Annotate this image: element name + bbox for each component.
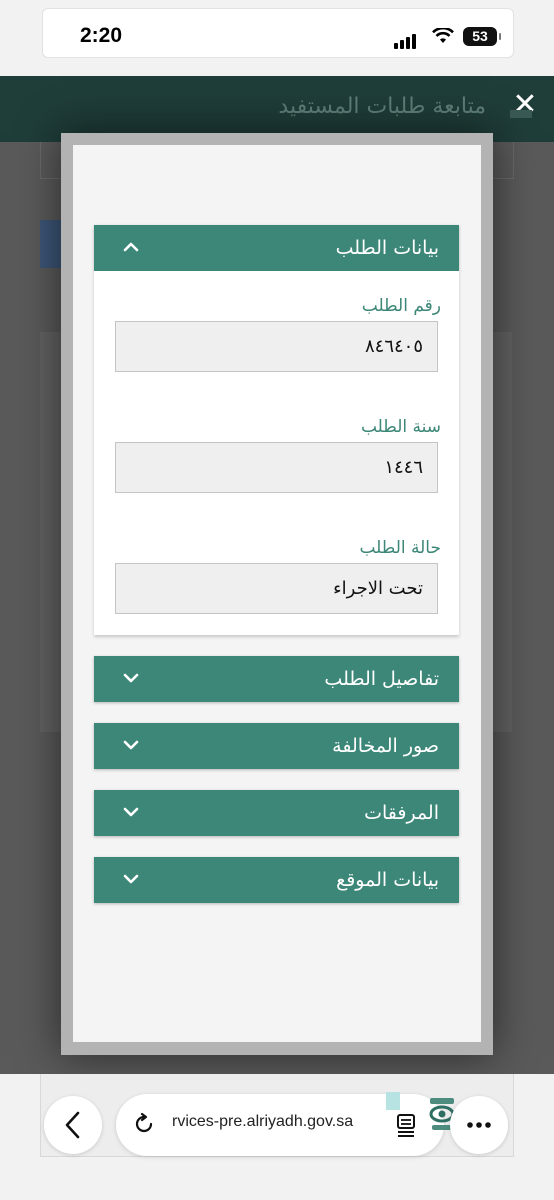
- chevron-down-icon: [123, 740, 139, 750]
- section-request-data-header[interactable]: بيانات الطلب: [94, 225, 459, 271]
- reload-icon[interactable]: [132, 1112, 156, 1136]
- more-icon: [467, 1122, 491, 1128]
- background-button: [40, 220, 62, 268]
- request-number-value: ٨٤٦٤٠٥: [364, 336, 423, 357]
- request-year-value: ١٤٤٦: [384, 457, 423, 478]
- section-label: المرفقات: [364, 802, 439, 824]
- request-number-field[interactable]: ٨٤٦٤٠٥: [115, 321, 438, 372]
- request-status-value: تحت الاجراء: [333, 578, 423, 599]
- status-time: 2:20: [80, 24, 123, 47]
- section-attachments-header[interactable]: المرفقات: [94, 790, 459, 836]
- request-status-field[interactable]: تحت الاجراء: [115, 563, 438, 614]
- wifi-icon: [432, 28, 454, 43]
- section-label: صور المخالفة: [332, 735, 439, 757]
- more-button[interactable]: [450, 1096, 508, 1154]
- chevron-left-icon: [65, 1111, 80, 1139]
- extension-badge: [386, 1092, 400, 1110]
- chevron-down-icon: [123, 673, 139, 683]
- section-label: بيانات الطلب: [335, 237, 439, 259]
- request-year-field[interactable]: ١٤٤٦: [115, 442, 438, 493]
- header-logo: [510, 110, 532, 118]
- section-location-data-header[interactable]: بيانات الموقع: [94, 857, 459, 903]
- url-text: rvices-pre.alriyadh.gov.sa: [172, 1113, 354, 1130]
- chevron-down-icon: [123, 807, 139, 817]
- chevron-down-icon: [123, 874, 139, 884]
- section-request-details-header[interactable]: تفاصيل الطلب: [94, 656, 459, 702]
- section-label: تفاصيل الطلب: [324, 668, 439, 690]
- cellular-signal-icon: [394, 30, 418, 49]
- section-violation-photos-header[interactable]: صور المخالفة: [94, 723, 459, 769]
- reader-mode-icon[interactable]: [396, 1112, 418, 1138]
- back-button[interactable]: [44, 1096, 102, 1154]
- battery-icon: 53: [463, 27, 501, 46]
- request-year-label: سنة الطلب: [360, 417, 441, 437]
- chevron-up-icon: [123, 242, 139, 252]
- request-status-label: حالة الطلب: [359, 538, 441, 558]
- page-title: متابعة طلبات المستفيد: [278, 94, 486, 119]
- request-number-label: رقم الطلب: [361, 296, 441, 316]
- section-label: بيانات الموقع: [336, 869, 439, 891]
